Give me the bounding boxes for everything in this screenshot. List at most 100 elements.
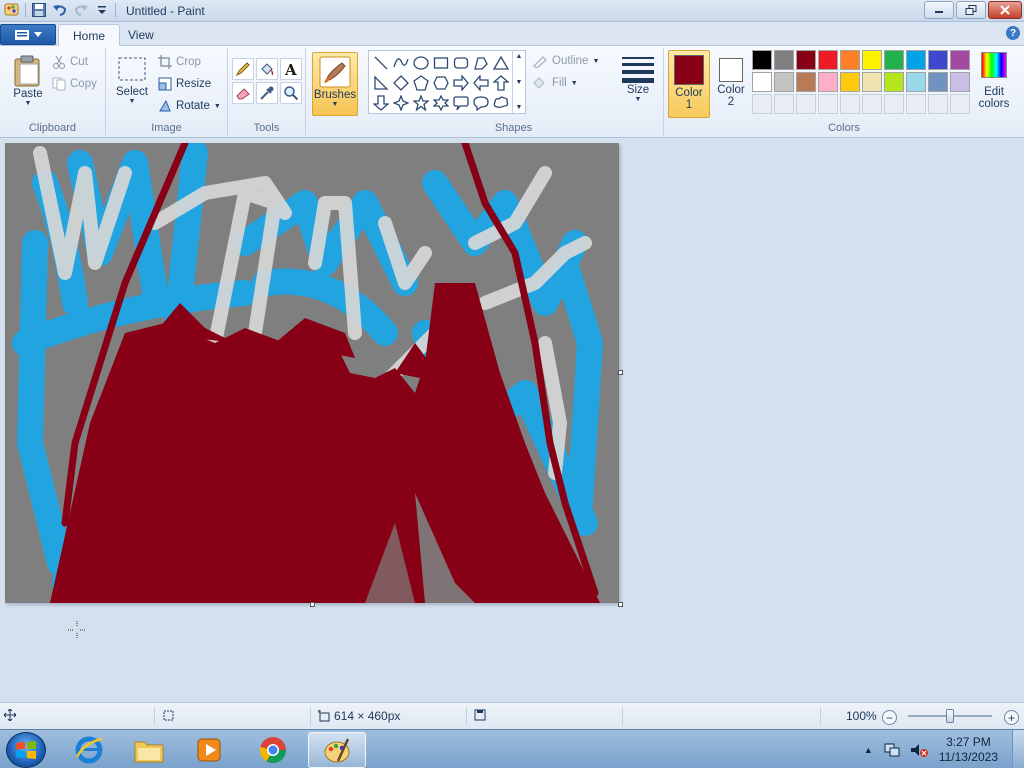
palette-color-1-6[interactable] bbox=[862, 50, 882, 70]
zoom-in-button[interactable]: + bbox=[1004, 710, 1019, 725]
taskbar-media-player[interactable] bbox=[182, 732, 236, 768]
resize-handle-bottom[interactable] bbox=[310, 602, 315, 607]
palette-custom-slot-5[interactable] bbox=[840, 94, 860, 114]
undo-icon[interactable] bbox=[52, 2, 68, 18]
chevron-down-icon[interactable]: ▼ bbox=[516, 79, 523, 86]
size-button[interactable]: Size ▼ bbox=[618, 54, 658, 103]
restore-button[interactable] bbox=[956, 1, 986, 19]
oval-callout-shape[interactable] bbox=[471, 93, 490, 112]
minimize-button[interactable] bbox=[924, 1, 954, 19]
resize-handle-right[interactable] bbox=[618, 370, 623, 375]
text-tool[interactable]: A bbox=[280, 58, 302, 80]
chevron-up-icon[interactable]: ▲ bbox=[516, 53, 523, 60]
resize-button[interactable]: Resize bbox=[158, 74, 211, 94]
palette-color-1-5[interactable] bbox=[840, 50, 860, 70]
curve-shape[interactable] bbox=[391, 53, 410, 72]
tab-home[interactable]: Home bbox=[58, 24, 121, 46]
up-arrow-shape[interactable] bbox=[491, 73, 510, 92]
color2-button[interactable]: Color 2 bbox=[712, 50, 750, 118]
copy-button[interactable]: Copy bbox=[52, 74, 97, 94]
palette-custom-slot-9[interactable] bbox=[928, 94, 948, 114]
palette-custom-slot-2[interactable] bbox=[774, 94, 794, 114]
paint-app-icon[interactable] bbox=[4, 2, 20, 18]
taskbar-internet-explorer[interactable] bbox=[62, 732, 116, 768]
cloud-callout-shape[interactable] bbox=[491, 93, 510, 112]
rounded-callout-shape[interactable] bbox=[451, 93, 470, 112]
palette-color-1-4[interactable] bbox=[818, 50, 838, 70]
palette-custom-slot-8[interactable] bbox=[906, 94, 926, 114]
show-hidden-icons[interactable]: ▲ bbox=[864, 745, 873, 755]
rounded-rectangle-shape[interactable] bbox=[451, 53, 470, 72]
palette-color-1-9[interactable] bbox=[928, 50, 948, 70]
palette-color-2-4[interactable] bbox=[818, 72, 838, 92]
magnifier-tool[interactable] bbox=[280, 82, 302, 104]
rotate-button[interactable]: Rotate ▼ bbox=[158, 96, 221, 116]
down-arrow-shape[interactable] bbox=[371, 93, 390, 112]
edit-colors-button[interactable]: Edit colors bbox=[976, 52, 1012, 116]
right-triangle-shape[interactable] bbox=[371, 73, 390, 92]
save-icon[interactable] bbox=[31, 2, 47, 18]
pentagon-shape[interactable] bbox=[411, 73, 430, 92]
brushes-button[interactable]: Brushes ▼ bbox=[312, 52, 358, 116]
hexagon-shape[interactable] bbox=[431, 73, 450, 92]
palette-color-1-2[interactable] bbox=[774, 50, 794, 70]
palette-color-1-7[interactable] bbox=[884, 50, 904, 70]
palette-color-2-10[interactable] bbox=[950, 72, 970, 92]
resize-handle-corner[interactable] bbox=[618, 602, 623, 607]
taskbar-file-explorer[interactable] bbox=[122, 732, 176, 768]
left-arrow-shape[interactable] bbox=[471, 73, 490, 92]
eraser-tool[interactable] bbox=[232, 82, 254, 104]
palette-custom-slot-1[interactable] bbox=[752, 94, 772, 114]
shapes-gallery-scroll[interactable]: ▲ ▼ ▼ bbox=[512, 51, 525, 113]
customize-qat-icon[interactable] bbox=[94, 2, 110, 18]
application-menu-button[interactable] bbox=[0, 24, 56, 45]
zoom-out-button[interactable]: − bbox=[882, 710, 897, 725]
six-point-star-shape[interactable] bbox=[431, 93, 450, 112]
palette-custom-slot-3[interactable] bbox=[796, 94, 816, 114]
fill-button[interactable]: Fill ▼ bbox=[532, 73, 578, 93]
color1-button[interactable]: Color 1 bbox=[668, 50, 710, 118]
polygon-shape[interactable] bbox=[471, 53, 490, 72]
drawing-canvas[interactable] bbox=[5, 143, 619, 603]
help-icon[interactable]: ? bbox=[1006, 26, 1020, 40]
palette-custom-slot-4[interactable] bbox=[818, 94, 838, 114]
canvas-workspace[interactable] bbox=[0, 139, 1024, 702]
oval-shape[interactable] bbox=[411, 53, 430, 72]
palette-custom-slot-10[interactable] bbox=[950, 94, 970, 114]
canvas-drawing[interactable] bbox=[5, 143, 619, 603]
network-icon[interactable] bbox=[883, 742, 901, 758]
palette-color-1-3[interactable] bbox=[796, 50, 816, 70]
zoom-slider-thumb[interactable] bbox=[946, 709, 954, 723]
volume-muted-icon[interactable] bbox=[909, 742, 929, 758]
palette-color-2-8[interactable] bbox=[906, 72, 926, 92]
outline-button[interactable]: Outline ▼ bbox=[532, 51, 599, 71]
fill-tool[interactable] bbox=[256, 58, 278, 80]
show-desktop-button[interactable] bbox=[1012, 730, 1024, 768]
start-button[interactable] bbox=[6, 732, 46, 768]
palette-custom-slot-6[interactable] bbox=[862, 94, 882, 114]
gallery-expand-icon[interactable]: ▼ bbox=[516, 104, 523, 111]
palette-color-2-5[interactable] bbox=[840, 72, 860, 92]
taskbar-paint[interactable] bbox=[308, 732, 366, 768]
crop-button[interactable]: Crop bbox=[158, 52, 201, 72]
color-picker-tool[interactable] bbox=[256, 82, 278, 104]
tab-view[interactable]: View bbox=[114, 24, 168, 46]
line-shape[interactable] bbox=[371, 53, 390, 72]
palette-color-2-9[interactable] bbox=[928, 72, 948, 92]
diamond-shape[interactable] bbox=[391, 73, 410, 92]
system-clock[interactable]: 3:27 PM 11/13/2023 bbox=[939, 735, 998, 765]
paste-button[interactable]: Paste ▼ bbox=[8, 54, 48, 107]
triangle-shape[interactable] bbox=[491, 53, 510, 72]
close-button[interactable] bbox=[988, 1, 1022, 19]
four-point-star-shape[interactable] bbox=[391, 93, 410, 112]
palette-color-1-1[interactable] bbox=[752, 50, 772, 70]
palette-color-2-2[interactable] bbox=[774, 72, 794, 92]
right-arrow-shape[interactable] bbox=[451, 73, 470, 92]
palette-color-2-3[interactable] bbox=[796, 72, 816, 92]
five-point-star-shape[interactable] bbox=[411, 93, 430, 112]
palette-custom-slot-7[interactable] bbox=[884, 94, 904, 114]
taskbar-chrome[interactable] bbox=[246, 732, 300, 768]
palette-color-1-10[interactable] bbox=[950, 50, 970, 70]
cut-button[interactable]: Cut bbox=[52, 52, 88, 72]
palette-color-2-1[interactable] bbox=[752, 72, 772, 92]
